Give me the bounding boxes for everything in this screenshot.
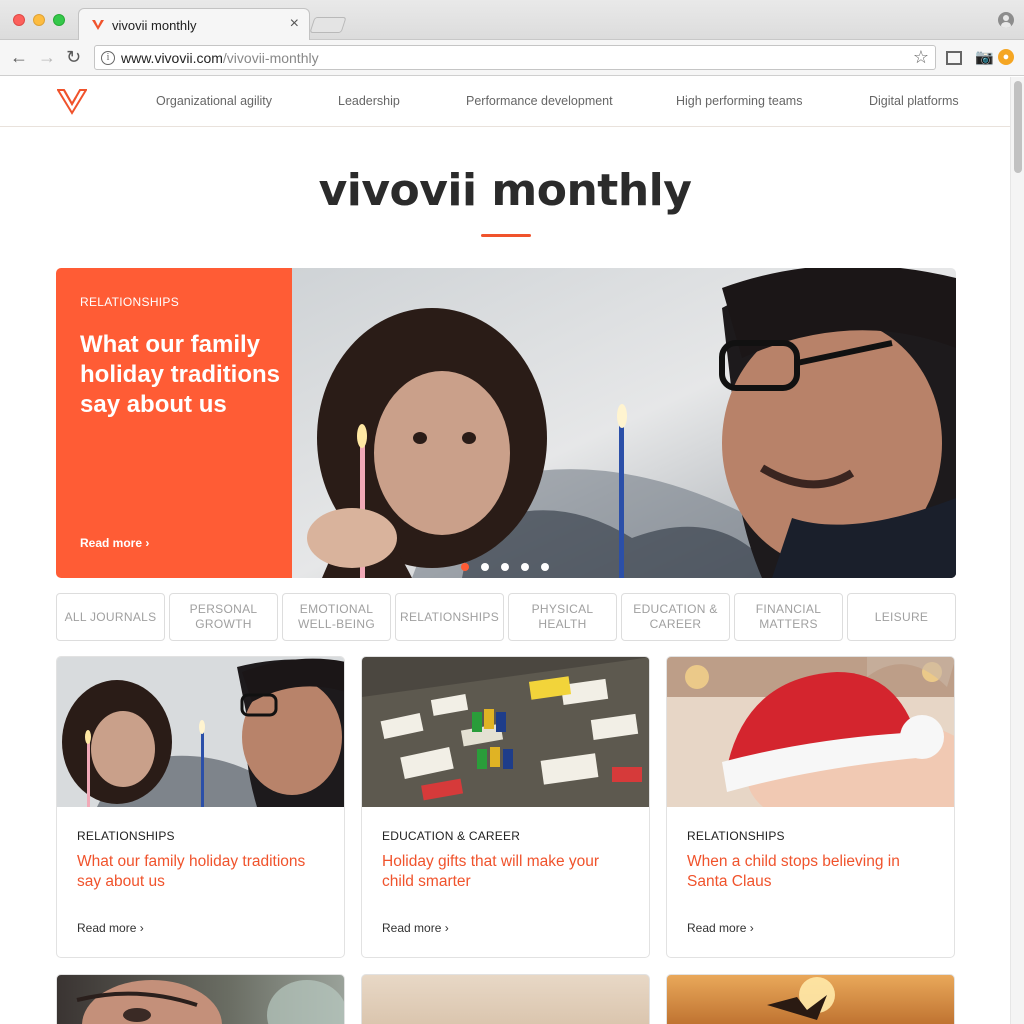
card-photo-child-and-father [57, 657, 344, 807]
card-category: RELATIONSHIPS [687, 829, 785, 843]
url-text[interactable]: www.vivovii.com/vivovii-monthly [121, 50, 319, 66]
article-card[interactable]: EDUCATION & CAREER Holiday gifts that wi… [361, 656, 650, 958]
hero-slide-dots [461, 558, 561, 571]
bookmark-star-icon[interactable]: ☆ [913, 47, 929, 68]
hero-slider[interactable]: RELATIONSHIPS What our family holiday tr… [56, 268, 956, 578]
new-tab-button[interactable] [309, 17, 347, 33]
article-card-peek-woman-face[interactable] [56, 974, 345, 1024]
filter-leisure[interactable]: LEISURE [847, 593, 956, 641]
profile-icon[interactable] [998, 12, 1014, 28]
forward-arrow-icon[interactable]: → [38, 47, 56, 67]
browser-tab-bar: vivovii monthly × [0, 0, 1024, 41]
card-read-more-link[interactable]: Read more › [77, 921, 144, 935]
card-title[interactable]: What our family holiday traditions say a… [77, 852, 327, 892]
hero-title[interactable]: What our family holiday traditions say a… [80, 330, 280, 420]
card-title[interactable]: When a child stops believing in Santa Cl… [687, 852, 937, 892]
filter-personal-growth[interactable]: PERSONAL GROWTH [169, 593, 278, 641]
card-photo-santa-hat-baby [667, 657, 954, 807]
minimize-window-button[interactable] [33, 14, 45, 26]
slide-dot-4[interactable] [521, 563, 529, 571]
hero-category: RELATIONSHIPS [80, 295, 180, 309]
nav-link-performance-development[interactable]: Performance development [466, 94, 613, 108]
category-filters: ALL JOURNALS PERSONAL GROWTH EMOTIONAL W… [56, 593, 956, 641]
filter-relationships[interactable]: RELATIONSHIPS [395, 593, 504, 641]
camera-extension-icon[interactable]: 📷 [975, 48, 994, 66]
title-underline [481, 234, 531, 237]
zoom-window-button[interactable] [53, 14, 65, 26]
card-category: RELATIONSHIPS [77, 829, 175, 843]
vivovii-favicon-icon [92, 20, 104, 30]
page-title: vivovii monthly [318, 165, 692, 216]
close-window-button[interactable] [13, 14, 25, 26]
tab-close-icon[interactable]: × [290, 15, 299, 33]
screenshot-extension-icon[interactable] [946, 51, 962, 65]
scrollbar-thumb[interactable] [1014, 81, 1022, 173]
filter-all-journals[interactable]: ALL JOURNALS [56, 593, 165, 641]
article-card-peek-sunset[interactable] [666, 974, 955, 1024]
browser-toolbar: ← → ↻ i www.vivovii.com/vivovii-monthly … [0, 40, 1024, 76]
extension-badge-icon[interactable]: ● [998, 49, 1014, 65]
card-read-more-link[interactable]: Read more › [687, 921, 754, 935]
article-card[interactable]: RELATIONSHIPS What our family holiday tr… [56, 656, 345, 958]
vivovii-logo[interactable] [57, 87, 87, 115]
reload-icon[interactable]: ↻ [66, 47, 81, 67]
card-read-more-link[interactable]: Read more › [382, 921, 449, 935]
card-title[interactable]: Holiday gifts that will make your child … [382, 852, 632, 892]
back-arrow-icon[interactable]: ← [10, 47, 28, 67]
card-photo-board-game [362, 657, 649, 807]
card-photo-sunset-jump [767, 977, 835, 1020]
article-card-peek-soft-photo[interactable] [361, 974, 650, 1024]
nav-link-high-performing-teams[interactable]: High performing teams [676, 94, 802, 108]
filter-education-career[interactable]: EDUCATION & CAREER [621, 593, 730, 641]
tab-title: vivovii monthly [112, 18, 197, 33]
filter-emotional-well-being[interactable]: EMOTIONAL WELL-BEING [282, 593, 391, 641]
card-photo-woman-face [76, 980, 344, 1024]
nav-link-leadership[interactable]: Leadership [338, 94, 400, 108]
web-page: Organizational agility Leadership Perfor… [0, 77, 1010, 1024]
slide-dot-5[interactable] [541, 563, 549, 571]
nav-link-digital-platforms[interactable]: Digital platforms [869, 94, 959, 108]
page-scrollbar[interactable] [1010, 77, 1024, 1024]
filter-financial-matters[interactable]: FINANCIAL MATTERS [734, 593, 843, 641]
slide-dot-1[interactable] [461, 563, 469, 571]
nav-link-organizational-agility[interactable]: Organizational agility [156, 94, 272, 108]
article-card[interactable]: RELATIONSHIPS When a child stops believi… [666, 656, 955, 958]
hero-read-more-link[interactable]: Read more › [80, 536, 149, 550]
address-bar[interactable]: i www.vivovii.com/vivovii-monthly ☆ [94, 45, 936, 70]
browser-tab[interactable]: vivovii monthly × [78, 8, 310, 41]
card-category: EDUCATION & CAREER [382, 829, 521, 843]
slide-dot-3[interactable] [501, 563, 509, 571]
slide-dot-2[interactable] [481, 563, 489, 571]
hero-text-panel: RELATIONSHIPS What our family holiday tr… [56, 268, 292, 578]
hero-photo-child-and-father-with-candles [292, 268, 956, 578]
site-navigation: Organizational agility Leadership Perfor… [0, 77, 1010, 127]
filter-physical-health[interactable]: PHYSICAL HEALTH [508, 593, 617, 641]
info-icon[interactable]: i [101, 51, 115, 65]
